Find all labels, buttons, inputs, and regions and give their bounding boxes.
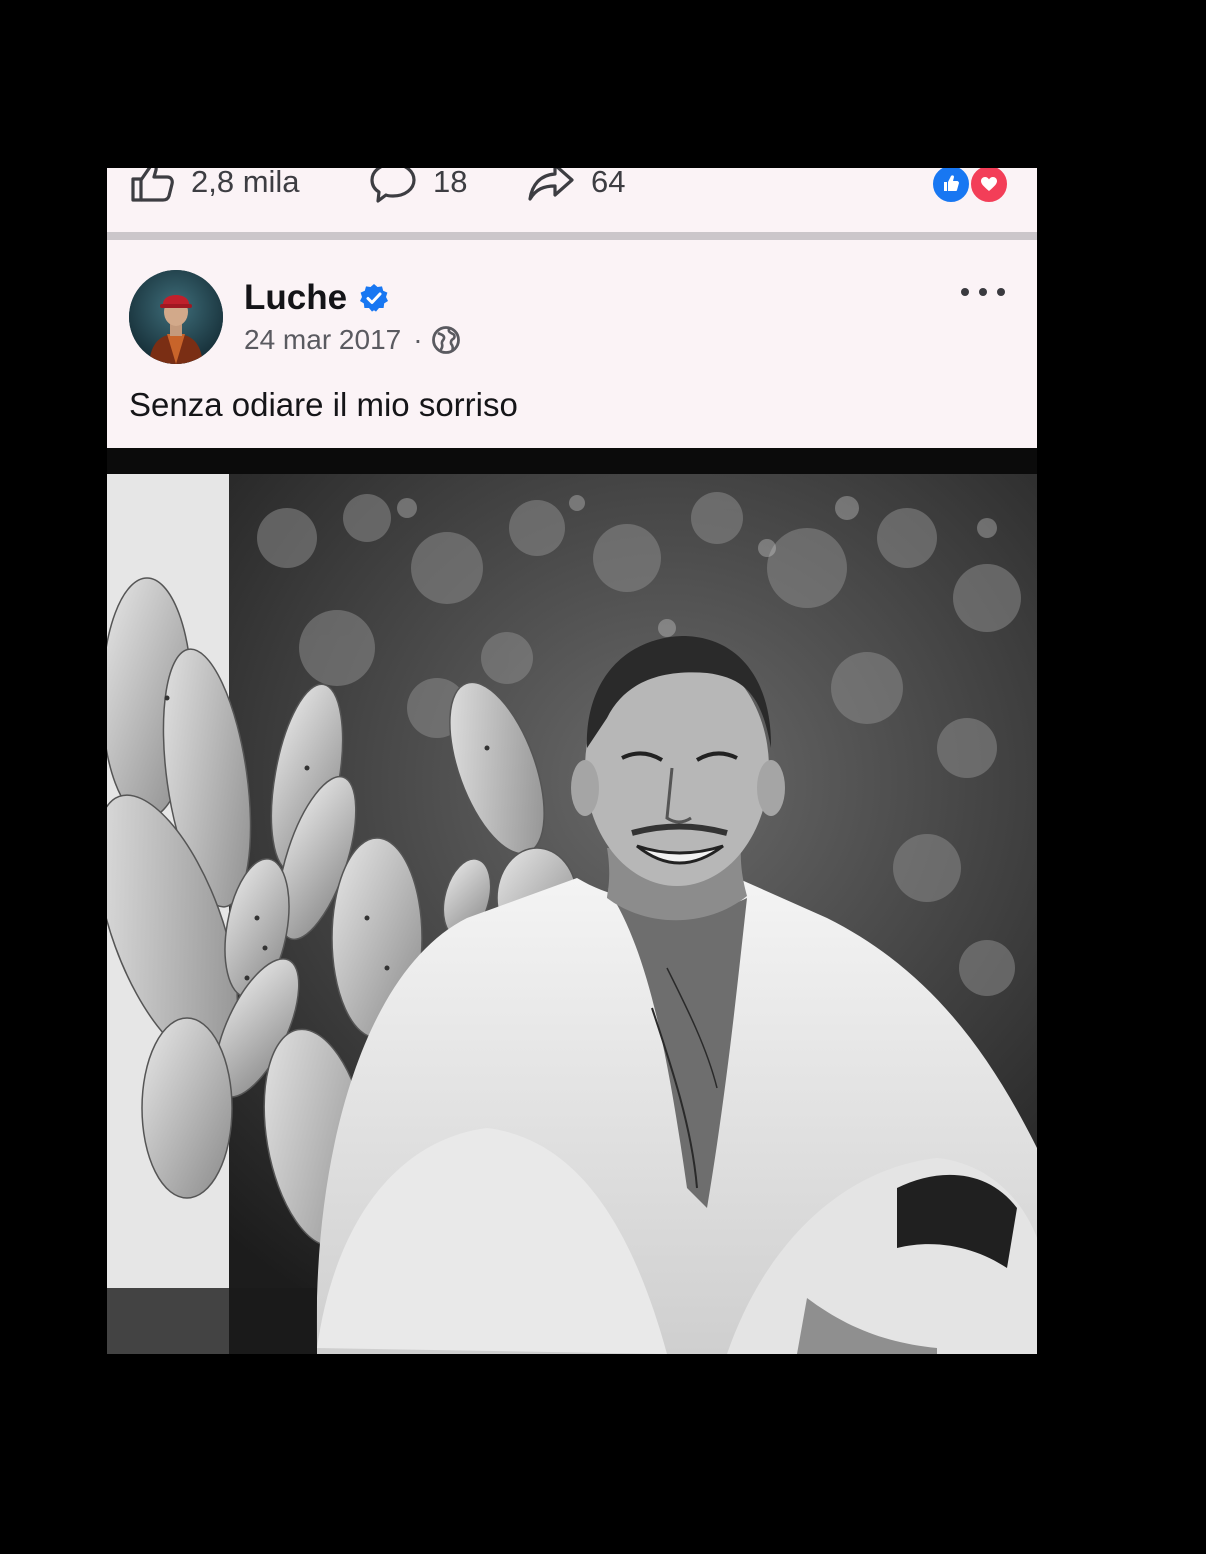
- more-dot-icon: [979, 288, 987, 296]
- feed-separator: [107, 232, 1037, 240]
- post-meta: 24 mar 2017 ·: [244, 324, 461, 356]
- verified-badge-icon: [360, 284, 389, 312]
- meta-separator: ·: [413, 324, 423, 355]
- like-reaction-icon: [931, 168, 971, 204]
- more-dot-icon: [997, 288, 1005, 296]
- avatar[interactable]: [129, 270, 223, 364]
- screen: 2,8 mila 18 64 Luche 24 mar 2017 · Senza…: [0, 0, 1206, 1554]
- author-name[interactable]: Luche: [244, 278, 347, 318]
- like-count: 2,8 mila: [191, 168, 300, 199]
- post-date[interactable]: 24 mar 2017: [244, 324, 401, 356]
- comment-button[interactable]: 18: [369, 168, 468, 203]
- author-row: Luche: [244, 278, 389, 318]
- reactions-summary[interactable]: [931, 168, 1011, 204]
- like-button[interactable]: 2,8 mila: [129, 168, 300, 202]
- thumbs-up-icon: [131, 168, 174, 202]
- post-header: Luche 24 mar 2017 · Senza odiare il mio …: [107, 240, 1037, 448]
- love-reaction-icon: [969, 168, 1009, 204]
- comment-icon: [370, 168, 416, 203]
- more-options-button[interactable]: [961, 280, 1005, 304]
- comment-count: 18: [433, 168, 468, 199]
- post-text: Senza odiare il mio sorriso: [129, 386, 518, 423]
- share-button[interactable]: 64: [527, 168, 625, 202]
- more-dot-icon: [961, 288, 969, 296]
- globe-icon: [431, 326, 460, 354]
- post-photo[interactable]: [107, 448, 1037, 1354]
- photo-content: [107, 448, 1037, 1354]
- share-arrow-icon: [528, 168, 574, 201]
- share-count: 64: [591, 168, 626, 199]
- previous-post-action-bar: 2,8 mila 18 64: [107, 168, 1037, 232]
